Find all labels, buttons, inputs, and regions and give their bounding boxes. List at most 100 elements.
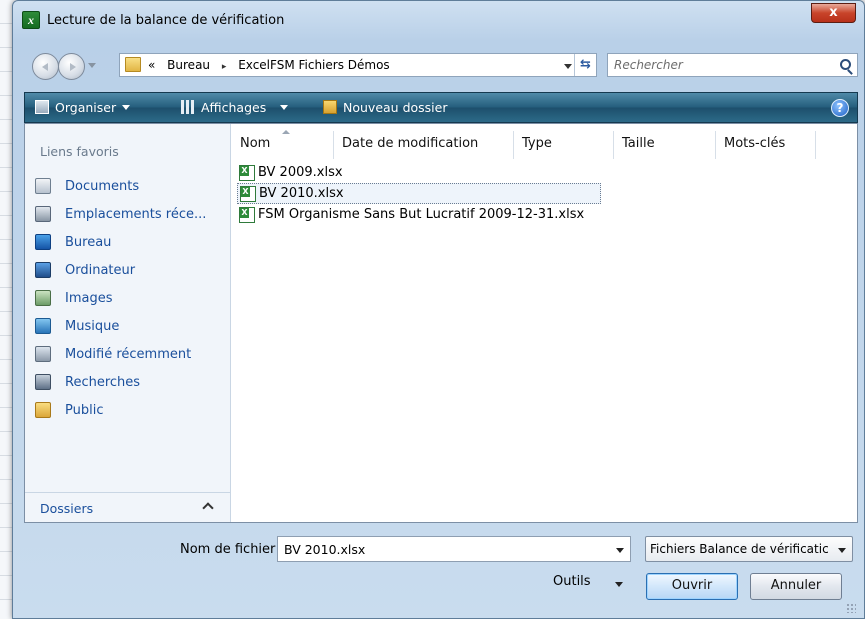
address-dropdown-icon[interactable]	[564, 64, 572, 69]
sidebar-item-recently-changed[interactable]: Modifié récemment	[35, 340, 206, 368]
back-button[interactable]	[32, 53, 59, 80]
searches-icon	[35, 374, 51, 390]
folders-toggle[interactable]: Dossiers	[25, 492, 230, 522]
favorite-links-list: Documents Emplacements réce... Bureau Or…	[35, 172, 206, 424]
window-title: Lecture de la balance de vérification	[47, 13, 285, 28]
excel-app-icon: x	[22, 11, 40, 29]
close-button[interactable]: x	[811, 3, 856, 23]
filename-combobox	[277, 536, 631, 562]
breadcrumb: « Bureau ▸ ExcelFSM Fichiers Démos	[148, 58, 398, 72]
column-header-label: Nom	[240, 136, 271, 151]
sidebar-item-music[interactable]: Musique	[35, 312, 206, 340]
new-folder-label: Nouveau dossier	[343, 100, 448, 115]
sidebar-item-desktop[interactable]: Bureau	[35, 228, 206, 256]
sidebar-item-label: Recherches	[65, 374, 141, 390]
sidebar-item-recent-places[interactable]: Emplacements réce...	[35, 200, 206, 228]
search-box	[607, 53, 858, 77]
recent-places-icon	[35, 206, 51, 222]
chevron-down-icon[interactable]	[615, 582, 623, 587]
music-icon	[35, 318, 51, 334]
file-name: BV 2009.xlsx	[258, 165, 343, 180]
organise-icon	[35, 100, 49, 114]
open-button[interactable]: Ouvrir	[646, 573, 738, 600]
folders-label: Dossiers	[40, 501, 94, 516]
sidebar-item-label: Documents	[65, 178, 140, 194]
new-folder-icon	[323, 100, 337, 114]
help-icon[interactable]: ?	[831, 99, 849, 117]
computer-icon	[35, 262, 51, 278]
filename-label: Nom de fichier :	[180, 542, 284, 557]
file-item-selected[interactable]: BV 2010.xlsx	[237, 183, 601, 204]
file-name: BV 2010.xlsx	[259, 186, 344, 201]
column-header-type[interactable]: Type	[514, 131, 614, 159]
breadcrumb-item-excelfsm[interactable]: ExcelFSM Fichiers Démos	[238, 58, 389, 72]
column-header-label: Mots-clés	[724, 136, 786, 151]
column-header-tags[interactable]: Mots-clés	[716, 131, 816, 159]
breadcrumb-overflow[interactable]: «	[148, 58, 155, 72]
cancel-button[interactable]: Annuler	[750, 573, 842, 600]
folder-icon	[125, 57, 141, 72]
column-header-row: Nom Date de modification Type Taille Mot…	[232, 130, 857, 159]
new-folder-button[interactable]: Nouveau dossier	[323, 100, 447, 115]
file-item[interactable]: BV 2009.xlsx	[237, 162, 601, 183]
resize-grip-icon[interactable]	[846, 603, 856, 613]
file-type-value: Fichiers Balance de vérificatic	[650, 542, 829, 556]
favorites-heading: Liens favoris	[40, 144, 119, 159]
sort-ascending-icon	[282, 130, 290, 134]
recently-changed-icon	[35, 346, 51, 362]
search-input[interactable]	[614, 57, 824, 73]
recent-pages-dropdown-icon[interactable]	[88, 63, 96, 68]
filename-input[interactable]	[284, 542, 604, 557]
browser-pane: Liens favoris Documents Emplacements réc…	[24, 123, 858, 523]
views-button[interactable]: Affichages	[181, 100, 289, 115]
excel-file-icon	[239, 164, 255, 181]
sidebar-item-pictures[interactable]: Images	[35, 284, 206, 312]
chevron-down-icon	[838, 548, 846, 553]
file-type-select[interactable]: Fichiers Balance de vérificatic	[645, 536, 853, 562]
views-icon	[181, 100, 195, 114]
title-bar: x Lecture de la balance de vérification …	[13, 1, 864, 37]
address-row: « Bureau ▸ ExcelFSM Fichiers Démos ⇆	[13, 43, 864, 87]
tools-menu-button[interactable]: Outils	[553, 574, 591, 589]
dialog-footer: Nom de fichier : Fichiers Balance de vér…	[24, 527, 858, 615]
sidebar-item-label: Bureau	[65, 234, 112, 250]
file-name: FSM Organisme Sans But Lucratif 2009-12-…	[258, 207, 585, 222]
sidebar-item-label: Musique	[65, 318, 120, 334]
sidebar-item-label: Public	[65, 402, 104, 418]
refresh-icon[interactable]: ⇆	[574, 54, 596, 76]
sidebar-item-computer[interactable]: Ordinateur	[35, 256, 206, 284]
excel-file-icon	[240, 185, 256, 202]
sidebar-item-label: Emplacements réce...	[65, 206, 207, 222]
breadcrumb-separator-icon[interactable]: ▸	[222, 62, 227, 72]
chevron-down-icon[interactable]	[616, 548, 624, 553]
column-header-label: Taille	[622, 136, 655, 151]
desktop-icon	[35, 234, 51, 250]
organise-label: Organiser	[55, 100, 117, 115]
organise-button[interactable]: Organiser	[35, 100, 131, 115]
file-list-pane: Nom Date de modification Type Taille Mot…	[232, 124, 857, 522]
file-open-dialog: x Lecture de la balance de vérification …	[12, 0, 865, 619]
file-list: BV 2009.xlsx BV 2010.xlsx FSM Organisme …	[237, 162, 601, 225]
forward-button[interactable]	[58, 53, 85, 80]
pictures-icon	[35, 290, 51, 306]
column-header-name[interactable]: Nom	[232, 130, 334, 159]
command-toolbar: Organiser Affichages Nouveau dossier ?	[24, 92, 858, 123]
sidebar-item-documents[interactable]: Documents	[35, 172, 206, 200]
chevron-down-icon	[280, 105, 289, 110]
sidebar-item-searches[interactable]: Recherches	[35, 368, 206, 396]
column-header-date[interactable]: Date de modification	[334, 131, 514, 159]
sidebar-item-label: Images	[65, 290, 113, 306]
sidebar-item-public[interactable]: Public	[35, 396, 206, 424]
documents-icon	[35, 178, 51, 194]
address-bar[interactable]: « Bureau ▸ ExcelFSM Fichiers Démos ⇆	[119, 53, 597, 77]
chevron-up-icon	[202, 502, 214, 514]
public-folder-icon	[35, 402, 51, 418]
search-icon[interactable]	[840, 59, 851, 70]
views-label: Affichages	[201, 100, 267, 115]
column-header-label: Type	[522, 136, 552, 151]
column-header-size[interactable]: Taille	[614, 131, 716, 159]
sidebar-item-label: Ordinateur	[65, 262, 136, 278]
breadcrumb-item-bureau[interactable]: Bureau	[167, 58, 210, 72]
excel-file-icon	[239, 206, 255, 223]
file-item[interactable]: FSM Organisme Sans But Lucratif 2009-12-…	[237, 204, 601, 225]
